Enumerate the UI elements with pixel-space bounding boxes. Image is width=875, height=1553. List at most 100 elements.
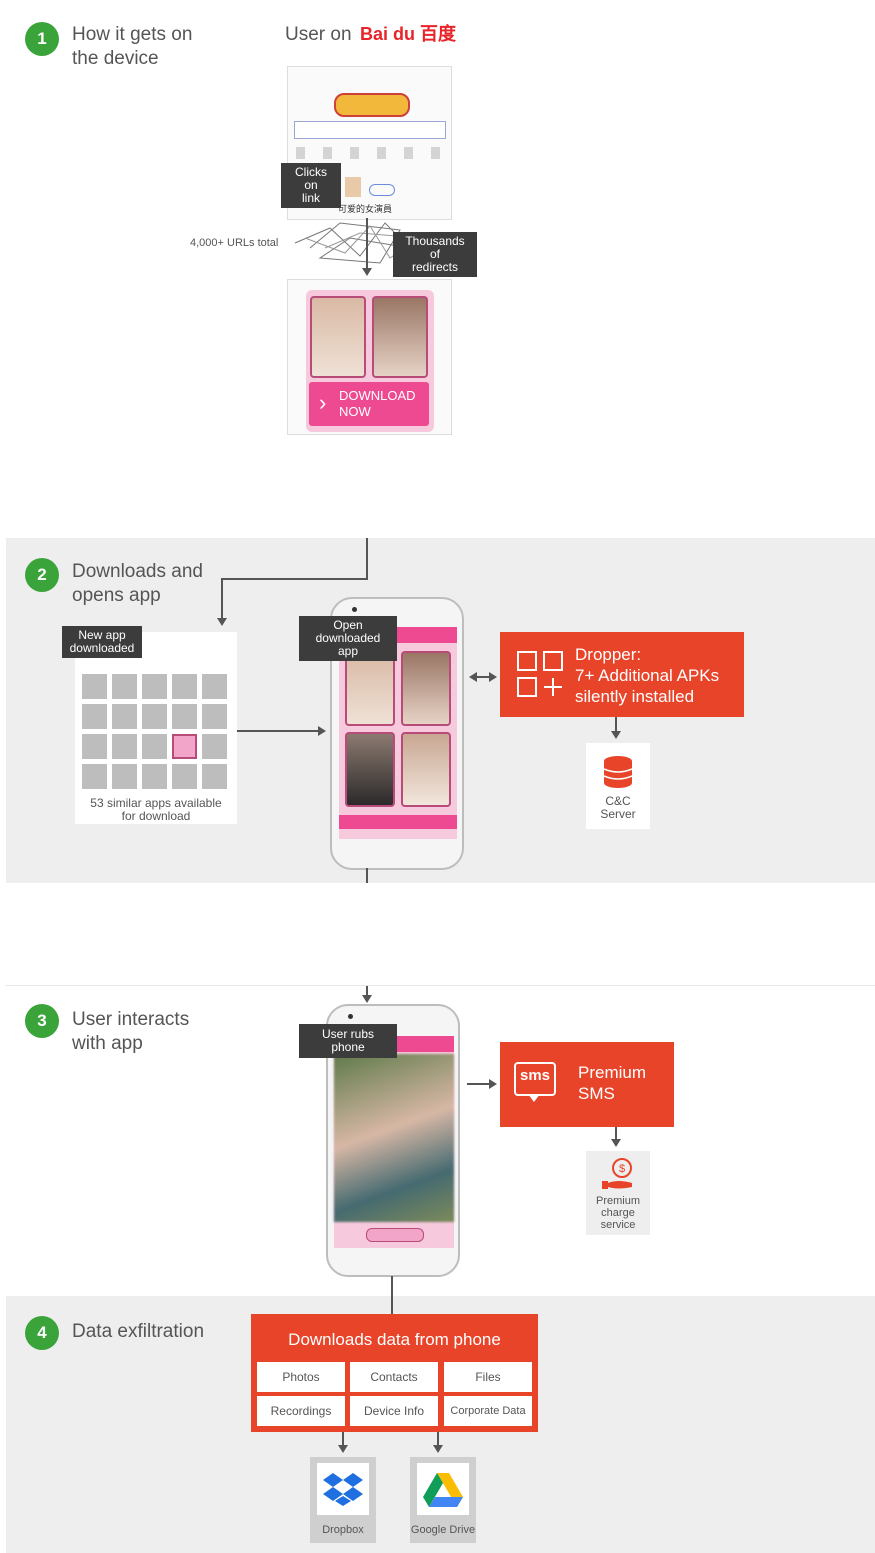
app-tile[interactable] [202,674,227,699]
google-drive-tile: Google Drive [410,1457,476,1543]
user-rubs-label: User rubs phone [299,1024,397,1058]
data-item-contacts: Contacts [350,1362,438,1392]
photo-1 [310,296,366,378]
cc-server-label: C&C Server [600,794,636,821]
app-photo-4 [401,732,451,807]
dropper-text: Dropper: 7+ Additional APKs silently ins… [575,645,720,706]
search-result-text: 可爱的女演員 [338,204,393,214]
data-item-device-info: Device Info [350,1396,438,1426]
step-3-badge: 3 [25,1004,59,1038]
phone3-button[interactable] [366,1228,424,1242]
download-now-button[interactable]: › DOWNLOAD NOW [309,382,429,426]
photo-2 [372,296,428,378]
dropper-box: Dropper: 7+ Additional APKs silently ins… [500,632,744,717]
app-tile[interactable] [82,704,107,729]
grid-to-phone-arrow [318,726,326,736]
drive-icon-bg [417,1463,469,1515]
to-dropbox-connector [342,1432,344,1446]
sms-icon-text: sms [520,1067,551,1084]
baidu-screen-logo [334,93,410,117]
step-3-title: User interacts with app [72,1009,190,1054]
app-tile[interactable] [82,764,107,789]
app-bottom-button[interactable] [339,815,457,829]
data-item-photos: Photos [257,1362,345,1392]
grid-to-phone-connector [237,730,322,732]
app-photo-3 [345,732,395,807]
svg-text:$: $ [619,1163,625,1175]
similar-apps-caption: 53 similar apps available for download [90,796,222,823]
data-item-corporate-data: Corporate Data [444,1396,532,1426]
premium-sms-box: sms Premium SMS [500,1042,674,1127]
app-tile[interactable] [112,764,137,789]
app-tile[interactable] [202,704,227,729]
app-tile[interactable] [112,704,137,729]
new-app-label: New app downloaded [62,626,142,658]
step-4-title: Data exfiltration [72,1321,205,1342]
downloads-data-title: Downloads data from phone [288,1330,501,1349]
step1-arrow [362,268,372,276]
baidu-logo-text: Bai du 百度 [360,24,457,44]
step-1-title: How it gets on the device [72,24,193,69]
step-1-badge: 1 [25,22,59,56]
step2-top-connector [366,538,368,580]
baidu-logo: Bai du 百度 [360,20,456,46]
step-2-badge: 2 [25,558,59,592]
database-icon [603,756,633,788]
to-dropbox-arrow [338,1445,348,1453]
app-grid [82,674,232,794]
open-app-label: Open downloaded app [299,616,397,661]
app-tile[interactable] [202,764,227,789]
data-item-files: Files [444,1362,532,1392]
user-on-label: User on [285,24,352,45]
step-2-title: Downloads and opens app [72,561,203,606]
google-drive-label: Google Drive [410,1524,476,1536]
to-drive-connector [437,1432,439,1446]
downloads-data-box: Downloads data from phone Photos Contact… [251,1314,538,1432]
clicks-on-link-label: Clicks on link [281,163,341,208]
redirects-label: Thousands of redirects [393,232,477,277]
sms-to-charge-arrow [611,1139,621,1147]
dropbox-icon-bg [317,1463,369,1515]
nav-icons-row [296,147,444,159]
cc-server-panel: C&C Server [586,743,650,829]
phone-camera [352,607,357,612]
dropbox-icon [323,1473,363,1506]
app-tile[interactable] [112,734,137,759]
chevron-right-icon: › [319,390,327,415]
step2-down-connector [221,578,223,620]
apps-grid-icon [517,651,563,697]
blurred-video [334,1054,454,1222]
app-tile[interactable] [172,704,197,729]
dropper-arrow-right [489,672,497,682]
step2-bottom-connector [366,868,368,883]
result-thumbnail [345,177,361,197]
app-tile[interactable] [142,764,167,789]
step2-horizontal-connector [221,578,368,580]
malicious-app-tile[interactable] [172,734,197,759]
phone3-to-step4-connector [391,1276,393,1314]
step3-top-arrow [362,995,372,1003]
app-tile[interactable] [82,674,107,699]
step1-connector [366,218,368,270]
search-input[interactable] [294,121,446,139]
app-photo-2 [401,651,451,726]
app-tile[interactable] [142,704,167,729]
charge-hand-icon: $ [602,1158,632,1189]
app-tile[interactable] [172,674,197,699]
urls-total-label: 4,000+ URLs total [190,237,279,249]
app-tile[interactable] [202,734,227,759]
dropbox-tile: Dropbox [310,1457,376,1543]
google-drive-icon [423,1473,463,1507]
premium-charge-panel: $ Premium charge service [586,1151,650,1235]
phone3-screen [334,1036,454,1248]
premium-charge-label: Premium charge service [595,1195,640,1231]
data-item-recordings: Recordings [257,1396,345,1426]
sms-icon: sms [514,1062,556,1096]
app-tile[interactable] [82,734,107,759]
app-tile[interactable] [142,674,167,699]
app-tile[interactable] [112,674,137,699]
app-tile[interactable] [172,764,197,789]
app-tile[interactable] [142,734,167,759]
step-3-divider [6,985,875,986]
result-download-chip[interactable] [369,184,395,196]
